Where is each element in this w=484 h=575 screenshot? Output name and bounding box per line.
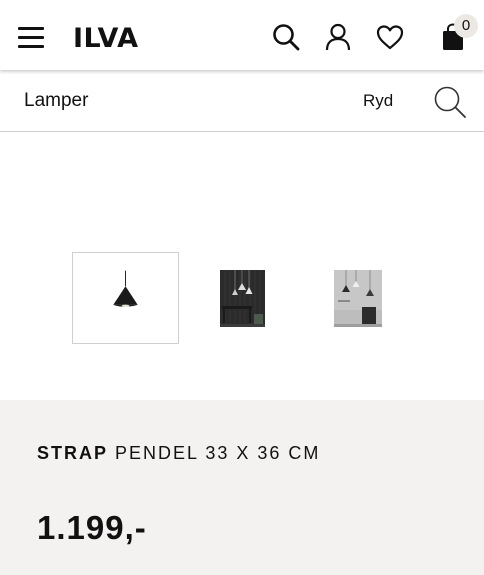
menu-bar (18, 27, 44, 30)
menu-bar (18, 45, 44, 48)
ilva-logo[interactable]: ILVA (73, 25, 139, 52)
product-name: PENDEL 33 X 36 CM (108, 443, 321, 463)
cart-count-badge[interactable]: 0 (454, 14, 478, 38)
account-icon[interactable] (323, 22, 353, 52)
product-price: 1.199,- (37, 509, 147, 546)
search-submit-icon[interactable] (432, 84, 468, 120)
menu-bar (18, 36, 44, 39)
heart-icon[interactable] (375, 22, 405, 52)
product-brand: STRAP (37, 443, 109, 463)
pendant-lamp-thumbnail[interactable] (72, 252, 179, 344)
search-icon[interactable] (271, 22, 301, 52)
menu-icon[interactable] (18, 27, 44, 49)
site-header: ILVA 0 (0, 0, 484, 70)
search-bar: Ryd (0, 70, 484, 132)
clear-search-button[interactable]: Ryd (363, 91, 393, 111)
room-scene-thumbnail[interactable] (220, 270, 265, 327)
product-info-panel: STRAP PENDEL 33 X 36 CM 1.199,- (0, 400, 484, 575)
grey-room-thumbnail[interactable] (334, 270, 382, 327)
product-title: STRAP PENDEL 33 X 36 CM (37, 443, 320, 464)
search-input[interactable] (24, 88, 344, 114)
